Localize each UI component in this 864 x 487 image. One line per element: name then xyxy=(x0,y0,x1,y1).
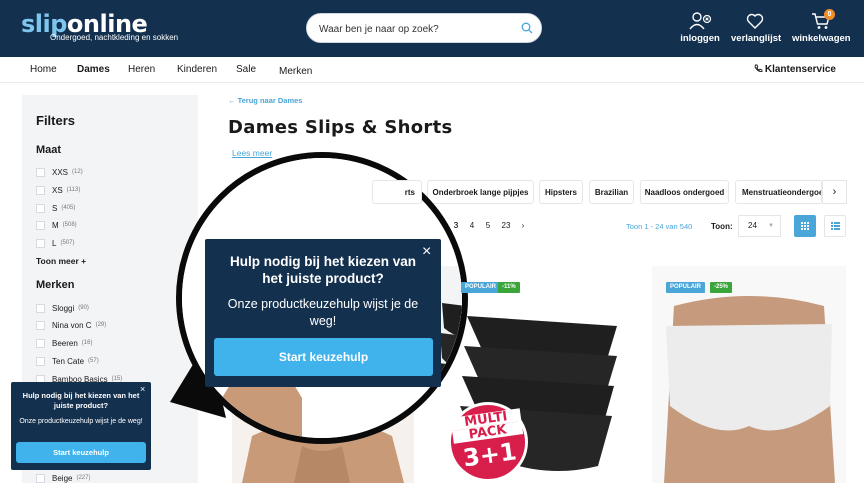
grid-icon xyxy=(801,222,809,230)
per-page-select[interactable]: 24 ▼ xyxy=(738,215,781,237)
checkbox[interactable] xyxy=(36,320,45,330)
product-card[interactable] xyxy=(652,266,846,483)
product-image xyxy=(652,266,846,483)
popular-badge: POPULAIR xyxy=(461,282,501,293)
cart-button[interactable]: winkelwagen 0 xyxy=(792,9,851,44)
list-icon xyxy=(831,222,840,230)
nav-item-kinderen[interactable]: Kinderen xyxy=(177,64,217,75)
category-chip[interactable]: Hipsters xyxy=(539,180,583,204)
category-chip[interactable]: Brazilian xyxy=(589,180,634,204)
close-icon[interactable]: × xyxy=(422,243,431,261)
popular-badge: POPULAIR xyxy=(666,282,706,293)
search-box[interactable] xyxy=(306,13,542,43)
wishlist-button[interactable]: verlanglijst xyxy=(731,12,782,44)
checkbox[interactable] xyxy=(36,473,45,483)
result-count: Toon 1 - 24 van 540 xyxy=(626,222,693,231)
close-icon[interactable]: × xyxy=(140,384,145,394)
help-popup: Hulp nodig bij het kiezen van het juiste… xyxy=(11,382,151,470)
back-link[interactable]: ← Terug naar Dames xyxy=(228,96,302,105)
page-link[interactable]: 4 xyxy=(465,219,479,233)
size-option[interactable]: XXS (12) xyxy=(36,166,83,178)
page-link[interactable]: 3 xyxy=(449,219,463,233)
nav-item-dames[interactable]: Dames xyxy=(77,64,110,75)
checkbox[interactable] xyxy=(36,185,45,195)
brand-option[interactable]: Sloggi (90) xyxy=(36,302,89,314)
user-icon xyxy=(689,12,712,30)
search-input[interactable] xyxy=(319,20,519,38)
size-option[interactable]: XS (113) xyxy=(36,184,80,196)
brand-option[interactable]: Nina von C (29) xyxy=(36,319,106,331)
show-label: Toon: xyxy=(711,222,733,231)
checkbox[interactable] xyxy=(36,303,45,313)
brand-option[interactable]: Ten Cate (57) xyxy=(36,355,99,367)
show-more-sizes[interactable]: Toon meer + xyxy=(36,256,86,266)
nav-item-merken[interactable]: Merken xyxy=(279,66,312,77)
chevron-right-icon[interactable]: › xyxy=(822,180,847,204)
discount-badge: -11% xyxy=(498,282,520,293)
brand-filter-heading: Merken xyxy=(36,279,75,291)
search-icon[interactable] xyxy=(521,22,533,34)
page-title: Dames Slips & Shorts xyxy=(228,117,453,138)
nav-item-sale[interactable]: Sale xyxy=(236,64,256,75)
customer-service-link[interactable]: Klantenservice xyxy=(754,64,836,75)
category-chip[interactable]: Naadloos ondergoed xyxy=(640,180,729,204)
next-page-link[interactable]: › xyxy=(517,219,529,233)
grid-view-button[interactable] xyxy=(794,215,816,237)
popup-text: Onze productkeuzehulp wijst je de weg! xyxy=(227,297,419,328)
cart-count-badge: 0 xyxy=(824,9,835,20)
site-header: sliponline Ondergoed, nachtkleding en so… xyxy=(0,0,864,57)
size-option[interactable]: L (507) xyxy=(36,237,74,249)
read-more-link[interactable]: Lees meer xyxy=(232,148,272,158)
checkbox[interactable] xyxy=(36,167,45,177)
color-option[interactable]: Beige (227) xyxy=(36,472,90,484)
start-keuzehulp-button[interactable]: Start keuzehulp xyxy=(214,338,433,376)
size-option[interactable]: M (508) xyxy=(36,219,77,231)
page-link[interactable]: 23 xyxy=(497,219,515,233)
phone-icon xyxy=(754,64,763,73)
checkbox[interactable] xyxy=(36,238,45,248)
filters-title: Filters xyxy=(36,113,76,128)
discount-badge: -25% xyxy=(710,282,733,293)
login-label: inloggen xyxy=(680,33,720,44)
size-option[interactable]: S (405) xyxy=(36,202,75,214)
checkbox[interactable] xyxy=(36,203,45,213)
category-chip[interactable]: rts xyxy=(372,180,422,204)
checkbox[interactable] xyxy=(36,220,45,230)
customer-service-label: Klantenservice xyxy=(764,64,836,75)
size-filter-heading: Maat xyxy=(36,144,62,156)
nav-item-home[interactable]: Home xyxy=(30,64,57,75)
popup-title: Hulp nodig bij het kiezen van het juiste… xyxy=(229,254,416,286)
logo-tagline: Ondergoed, nachtkleding en sokken xyxy=(50,33,179,42)
category-chip[interactable]: Menstruatieondergoed xyxy=(735,180,822,204)
login-button[interactable]: inloggen xyxy=(680,12,720,44)
main-nav: Home Dames Heren Kinderen Sale Merken Kl… xyxy=(0,57,864,83)
chevron-down-icon: ▼ xyxy=(768,223,774,229)
wishlist-label: verlanglijst xyxy=(731,33,782,44)
popup-text: Onze productkeuzehulp wijst je de weg! xyxy=(19,418,143,425)
checkbox[interactable] xyxy=(36,356,45,366)
arrow-left-icon: ← xyxy=(228,96,236,105)
cart-label: winkelwagen xyxy=(792,33,851,44)
checkbox[interactable] xyxy=(36,338,45,348)
page-link[interactable]: 5 xyxy=(481,219,495,233)
heart-icon xyxy=(746,13,764,29)
help-popup-zoomed: Hulp nodig bij het kiezen van het juiste… xyxy=(205,239,441,387)
brand-option[interactable]: Beeren (16) xyxy=(36,337,92,349)
popup-title: Hulp nodig bij het kiezen van het juiste… xyxy=(22,391,140,410)
nav-item-heren[interactable]: Heren xyxy=(128,64,155,75)
start-keuzehulp-button[interactable]: Start keuzehulp xyxy=(16,442,146,463)
list-view-button[interactable] xyxy=(824,215,846,237)
